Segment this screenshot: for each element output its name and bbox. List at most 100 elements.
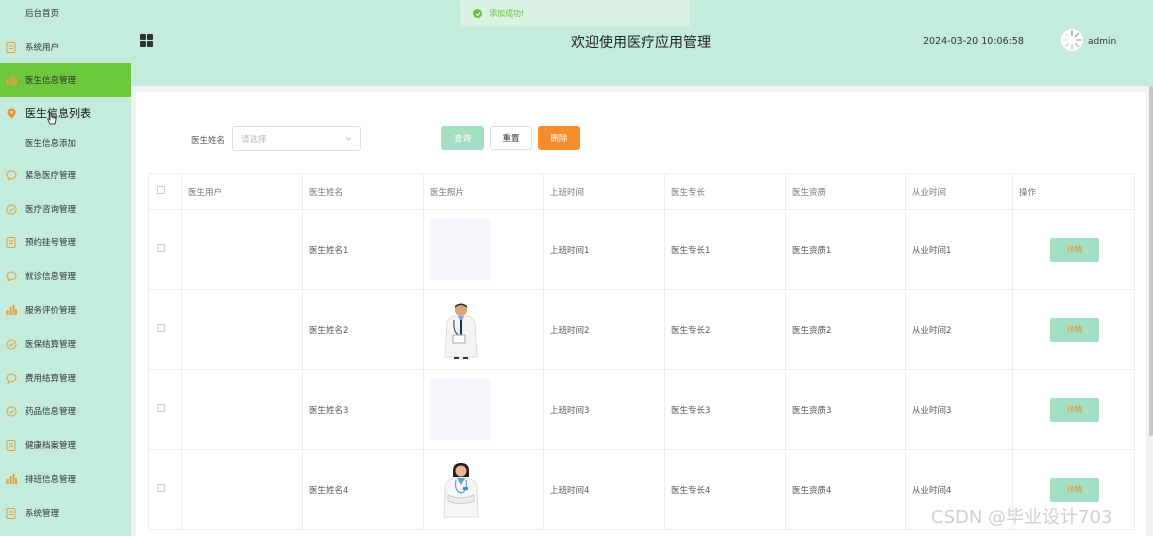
row-checkbox[interactable] (157, 404, 165, 412)
check-circle-icon (5, 405, 17, 417)
sidebar-item-schedule[interactable]: 排班信息管理 (0, 462, 131, 496)
sidebar-item-system-users[interactable]: 系统用户 (0, 30, 131, 64)
avatar[interactable] (1061, 29, 1083, 51)
sidebar-item-label: 服务评价管理 (25, 306, 77, 316)
chat-icon (5, 372, 17, 384)
detail-button[interactable]: 详情 (1050, 317, 1099, 342)
column-header: 从业时间 (905, 173, 1013, 210)
sidebar-item-system-admin[interactable]: 系统管理 (0, 496, 131, 530)
sidebar-item-label: 系统管理 (25, 509, 60, 519)
check-circle-icon (5, 203, 17, 215)
cell-user (181, 209, 303, 290)
vertical-scrollbar[interactable] (1149, 86, 1153, 436)
row-checkbox[interactable] (157, 244, 165, 252)
main-content: 医生姓名 请选择 查询 重置 删除 医生用户 医生姓名 医生照片 上班时间 医生… (136, 92, 1146, 536)
sidebar-item-label: 医生信息添加 (25, 139, 77, 149)
sidebar-item-service-review[interactable]: 服务评价管理 (0, 293, 131, 327)
detail-button[interactable]: 详情 (1050, 477, 1099, 502)
search-label: 医生姓名 (191, 136, 226, 146)
sidebar-item-visit-info[interactable]: 就诊信息管理 (0, 259, 131, 293)
document-icon (5, 439, 17, 451)
sidebar-item-label: 健康档案管理 (25, 441, 77, 451)
table-row: 医生姓名1 上班时间1 医生专长1 医生资质1 从业时间1 详情 (148, 209, 1135, 290)
sidebar: 后台首页 系统用户 医生信息管理 医生信息列表 医生信息添加 紧急医疗管理 医疗… (0, 0, 131, 536)
page-title: 欢迎使用医疗应用管理 (571, 35, 711, 51)
sidebar-item-doctor-add[interactable]: 医生信息添加 (0, 126, 131, 160)
cell-specialty: 医生专长3 (664, 369, 786, 450)
check-circle-icon (5, 338, 17, 350)
sidebar-item-label: 排班信息管理 (25, 475, 77, 485)
column-header: 医生专长 (664, 173, 786, 210)
sidebar-item-label: 医生信息管理 (25, 76, 77, 86)
sidebar-item-doctor-list[interactable]: 医生信息列表 (0, 96, 131, 130)
column-header: 医生资质 (785, 173, 906, 210)
doctor-photo-placeholder (430, 219, 491, 280)
select-placeholder: 请选择 (241, 134, 267, 145)
query-button[interactable]: 查询 (441, 126, 484, 150)
sidebar-item-label: 系统用户 (25, 43, 60, 53)
cell-shift: 上班时间2 (543, 289, 665, 370)
chevron-down-icon (345, 137, 352, 141)
sidebar-item-label: 医保结算管理 (25, 340, 77, 350)
sidebar-item-fee-settlement[interactable]: 费用结算管理 (0, 361, 131, 395)
success-check-icon (473, 9, 482, 18)
row-checkbox[interactable] (157, 484, 165, 492)
doctor-photo-placeholder (430, 379, 491, 440)
male-doctor-photo-icon (443, 303, 478, 359)
delete-button[interactable]: 删除 (538, 126, 580, 150)
select-all-checkbox[interactable] (157, 186, 165, 194)
bar-chart-icon (5, 304, 17, 316)
cell-user (181, 289, 303, 370)
bar-chart-icon (5, 473, 17, 485)
sidebar-item-label: 就诊信息管理 (25, 272, 77, 282)
cell-name: 医生姓名2 (302, 289, 424, 370)
cell-user (181, 369, 303, 450)
menu-grid-icon[interactable] (140, 34, 153, 47)
sidebar-item-medicine[interactable]: 药品信息管理 (0, 394, 131, 428)
document-icon (5, 236, 17, 248)
cell-qualification: 医生资质1 (785, 209, 906, 290)
sidebar-item-label: 医生信息列表 (25, 107, 91, 120)
detail-button[interactable]: 详情 (1050, 397, 1099, 422)
cell-specialty: 医生专长2 (664, 289, 786, 370)
cell-years: 从业时间3 (905, 369, 1013, 450)
sidebar-item-consult[interactable]: 医疗咨询管理 (0, 192, 131, 226)
sidebar-item-label: 药品信息管理 (25, 407, 77, 417)
cell-name: 医生姓名4 (302, 449, 424, 530)
sidebar-item-insurance[interactable]: 医保结算管理 (0, 327, 131, 361)
location-pin-icon (5, 107, 17, 119)
sidebar-item-label: 费用结算管理 (25, 374, 77, 384)
cell-name: 医生姓名3 (302, 369, 424, 450)
cell-shift: 上班时间3 (543, 369, 665, 450)
sidebar-item-appointment[interactable]: 预约挂号管理 (0, 225, 131, 259)
doctor-photo (430, 299, 491, 360)
detail-button[interactable]: 详情 (1050, 237, 1099, 262)
cell-specialty: 医生专长1 (664, 209, 786, 290)
username[interactable]: admin (1088, 37, 1116, 47)
sidebar-item-label: 医疗咨询管理 (25, 205, 77, 215)
sidebar-item-emergency[interactable]: 紧急医疗管理 (0, 158, 131, 192)
sidebar-item-health-records[interactable]: 健康档案管理 (0, 428, 131, 462)
row-checkbox[interactable] (157, 324, 165, 332)
cell-shift: 上班时间4 (543, 449, 665, 530)
toast-message: 添加成功! (489, 9, 525, 18)
sidebar-item-label: 预约挂号管理 (25, 238, 77, 248)
column-header: 医生姓名 (302, 173, 424, 210)
cell-name: 医生姓名1 (302, 209, 424, 290)
cell-shift: 上班时间1 (543, 209, 665, 290)
column-header: 医生照片 (423, 173, 544, 210)
column-header: 医生用户 (181, 173, 303, 210)
sidebar-item-doctor-management[interactable]: 医生信息管理 (0, 63, 131, 97)
cell-qualification: 医生资质2 (785, 289, 906, 370)
column-header: 操作 (1012, 173, 1135, 210)
column-header: 上班时间 (543, 173, 665, 210)
reset-button[interactable]: 重置 (490, 126, 532, 150)
document-icon (5, 507, 17, 519)
doctor-table: 医生用户 医生姓名 医生照片 上班时间 医生专长 医生资质 从业时间 操作 医生… (148, 173, 1135, 530)
doctor-name-select[interactable]: 请选择 (232, 126, 361, 151)
sidebar-item-home[interactable]: 后台首页 (0, 0, 131, 30)
sidebar-item-label: 后台首页 (25, 9, 60, 19)
table-row: 医生姓名3 上班时间3 医生专长3 医生资质3 从业时间3 详情 (148, 369, 1135, 450)
hand-cursor-icon (47, 112, 57, 125)
table-row: 医生姓名2 上班时间2 医生专长2 医生资质2 从业时间2 详情 (148, 289, 1135, 370)
